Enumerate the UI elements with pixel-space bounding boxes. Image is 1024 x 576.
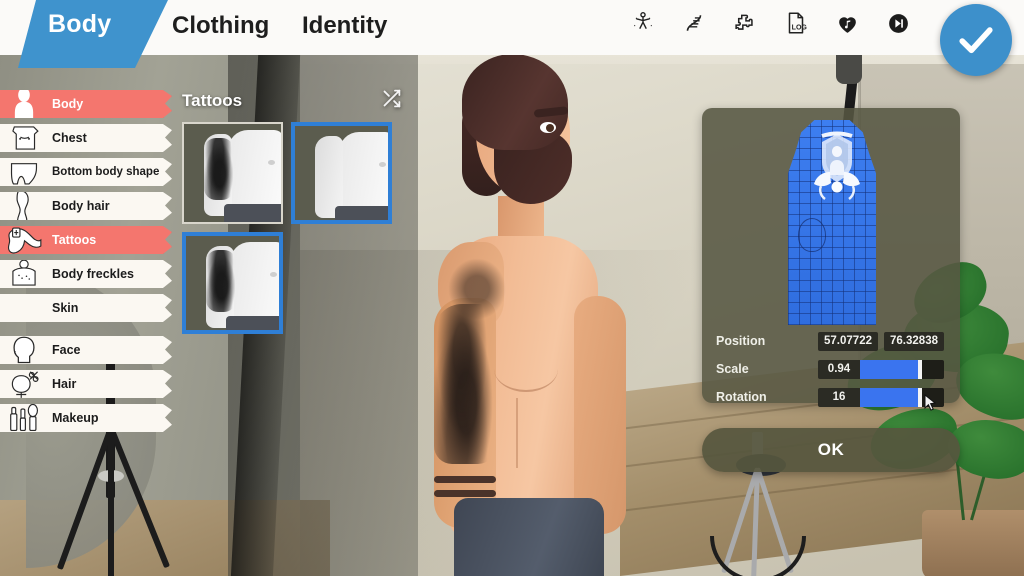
body-hair-leg-icon: [4, 186, 44, 226]
toolbar-icon-group: LOG: [627, 6, 914, 40]
sidebar-item-label: Hair: [52, 377, 77, 391]
sidebar-item-label: Body freckles: [52, 267, 134, 281]
character-model-preview[interactable]: [398, 46, 638, 576]
rotation-value-field[interactable]: 16: [818, 387, 860, 407]
scale-slider-handle[interactable]: [918, 359, 923, 379]
tattoo-option-2[interactable]: [291, 122, 392, 224]
tattoo-option-1[interactable]: [182, 122, 283, 224]
tab-identity[interactable]: Identity: [302, 12, 387, 40]
bottom-body-shape-icon: [4, 152, 44, 192]
sidebar-item-tattoos[interactable]: Tattoos: [0, 226, 172, 254]
mouse-cursor-icon: [924, 393, 937, 411]
sidebar-item-label: Skin: [52, 301, 79, 315]
character-sleeve-tattoo: [434, 304, 496, 464]
skip-forward-icon[interactable]: [882, 6, 914, 40]
puzzle-preset-icon[interactable]: [729, 6, 761, 40]
property-label-rotation: Rotation: [716, 390, 767, 404]
sidebar-item-chest[interactable]: Chest: [0, 124, 172, 152]
svg-text:LOG: LOG: [792, 25, 808, 32]
chest-torso-icon: [4, 118, 44, 158]
character-hair: [462, 54, 568, 150]
tattoo-properties-panel: Position 57.07722 76.32838 Scale 0.94 Ro…: [702, 108, 960, 411]
sidebar-item-label: Body hair: [52, 199, 110, 213]
armband-tattoo-1: [434, 476, 496, 483]
position-y-field[interactable]: 76.32838: [884, 331, 944, 351]
page-title: Tattoos: [182, 91, 243, 110]
top-navigation-bar: Body Clothing Identity LOG: [0, 0, 1024, 68]
uv-selection-ring: [798, 218, 826, 252]
property-label-scale: Scale: [716, 362, 749, 376]
check-icon: [959, 27, 993, 54]
shuffle-icon[interactable]: [381, 88, 402, 114]
sidebar-item-label: Bottom body shape: [52, 166, 160, 178]
character-pants: [454, 498, 604, 576]
sidebar-item-body[interactable]: Body: [0, 90, 172, 118]
property-label-position: Position: [716, 334, 766, 348]
face-head-icon: [4, 330, 44, 370]
sidebar-item-body-freckles[interactable]: Body freckles: [0, 260, 172, 288]
property-row-rotation: Rotation 16: [716, 386, 948, 411]
character-pupil: [546, 124, 554, 132]
confirm-check-button[interactable]: [940, 4, 1012, 76]
sidebar-item-label: Tattoos: [52, 233, 97, 247]
tattoo-panel-header: Tattoos: [182, 88, 402, 114]
tattoo-selection-panel: Tattoos: [182, 88, 402, 334]
property-row-scale: Scale 0.94: [716, 358, 948, 380]
armband-tattoo-2: [434, 490, 496, 497]
eagle-crest-decal: [808, 130, 866, 208]
chest-shading: [494, 346, 558, 392]
rotation-slider-handle[interactable]: [918, 387, 923, 407]
ok-button[interactable]: OK: [702, 428, 960, 472]
tattoo-uv-preview[interactable]: [788, 120, 876, 325]
scale-slider[interactable]: [860, 359, 944, 379]
customization-sidebar: Body Chest Bottom body shape Body hair T…: [0, 90, 172, 438]
sidebar-group-divider: [0, 328, 172, 336]
ok-button-label: OK: [817, 440, 845, 459]
sidebar-item-makeup[interactable]: Makeup: [0, 404, 172, 432]
tattoo-thumbnail-grid: [182, 122, 402, 334]
sidebar-item-bottom-body-shape[interactable]: Bottom body shape: [0, 158, 172, 186]
body-figure-icon: [4, 84, 44, 124]
tattoo-option-3[interactable]: [182, 232, 283, 334]
tattoo-arm-icon: [4, 220, 44, 260]
sidebar-item-hair[interactable]: Hair: [0, 370, 172, 398]
hair-scissors-icon: [4, 364, 44, 404]
property-rows: Position 57.07722 76.32838 Scale 0.94 Ro…: [716, 330, 948, 414]
tab-clothing[interactable]: Clothing: [172, 12, 269, 40]
sidebar-item-label: Face: [52, 343, 81, 357]
sidebar-item-label: Body: [52, 97, 84, 111]
skin-icon: [4, 288, 44, 328]
tab-body[interactable]: Body: [48, 10, 111, 39]
sidebar-item-face[interactable]: Face: [0, 336, 172, 364]
log-document-icon[interactable]: LOG: [780, 6, 812, 40]
sidebar-item-label: Chest: [52, 131, 87, 145]
sidebar-item-label: Makeup: [52, 411, 99, 425]
rotation-slider[interactable]: [860, 387, 944, 411]
property-row-position: Position 57.07722 76.32838: [716, 330, 948, 352]
body-freckles-icon: [4, 254, 44, 294]
heart-music-icon[interactable]: [831, 6, 863, 40]
makeup-brushes-icon: [4, 398, 44, 438]
scale-value-field[interactable]: 0.94: [818, 359, 860, 379]
position-x-field[interactable]: 57.07722: [818, 331, 878, 351]
randomize-character-icon[interactable]: [627, 6, 659, 40]
sidebar-item-skin[interactable]: Skin: [0, 294, 172, 322]
sidebar-item-body-hair[interactable]: Body hair: [0, 192, 172, 220]
dna-genetics-icon[interactable]: [678, 6, 710, 40]
abdomen-shading: [516, 398, 518, 468]
